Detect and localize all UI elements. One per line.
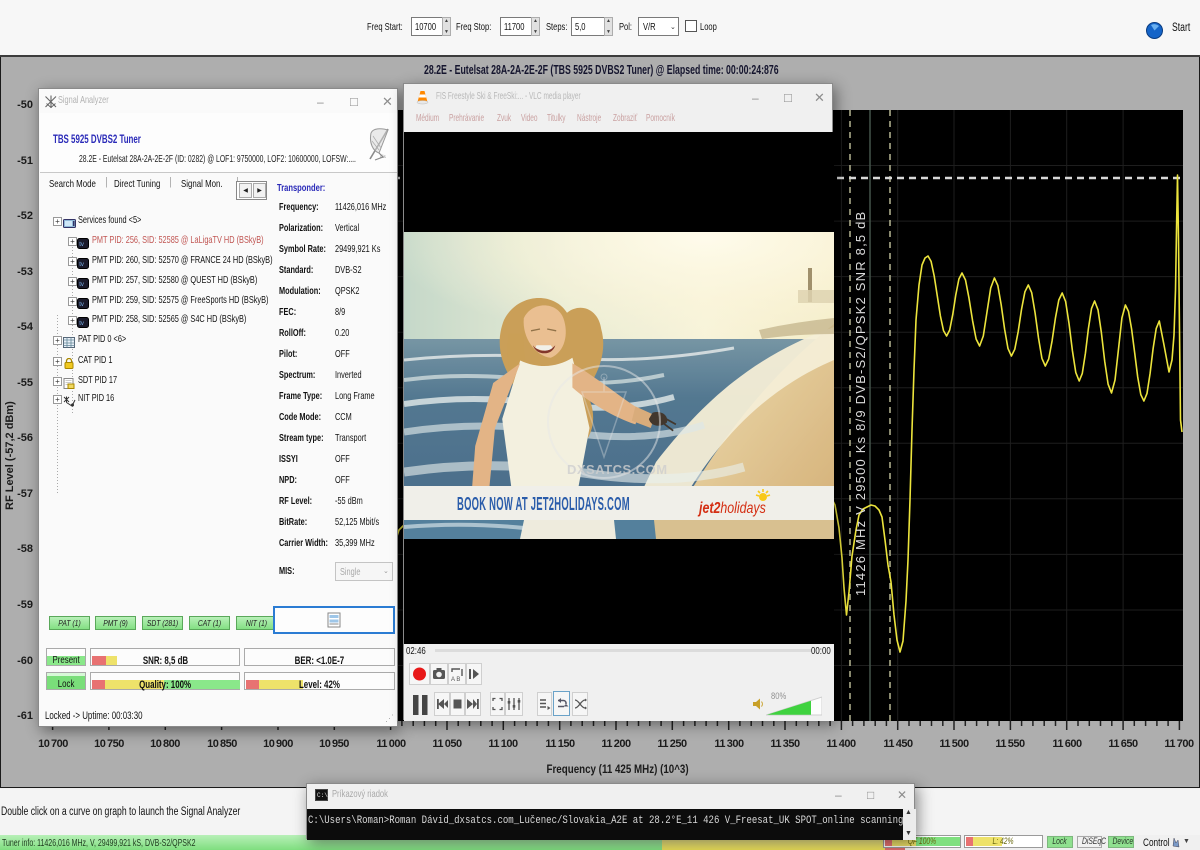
- svg-text:tv: tv: [79, 302, 84, 308]
- svg-text:DXSATCS.COM: DXSATCS.COM: [567, 462, 668, 477]
- svg-text:tv: tv: [79, 282, 84, 288]
- svg-text:dis: dis: [380, 154, 387, 159]
- svg-text:jet2holidays: jet2holidays: [697, 499, 766, 517]
- svg-text:tv: tv: [79, 262, 84, 268]
- svg-text:A B: A B: [451, 677, 460, 683]
- svg-text:tv: tv: [79, 321, 84, 327]
- svg-text:BOOK NOW AT JET2HOLIDAYS.COM: BOOK NOW AT JET2HOLIDAYS.COM: [457, 495, 630, 515]
- svg-text:tv: tv: [79, 242, 84, 248]
